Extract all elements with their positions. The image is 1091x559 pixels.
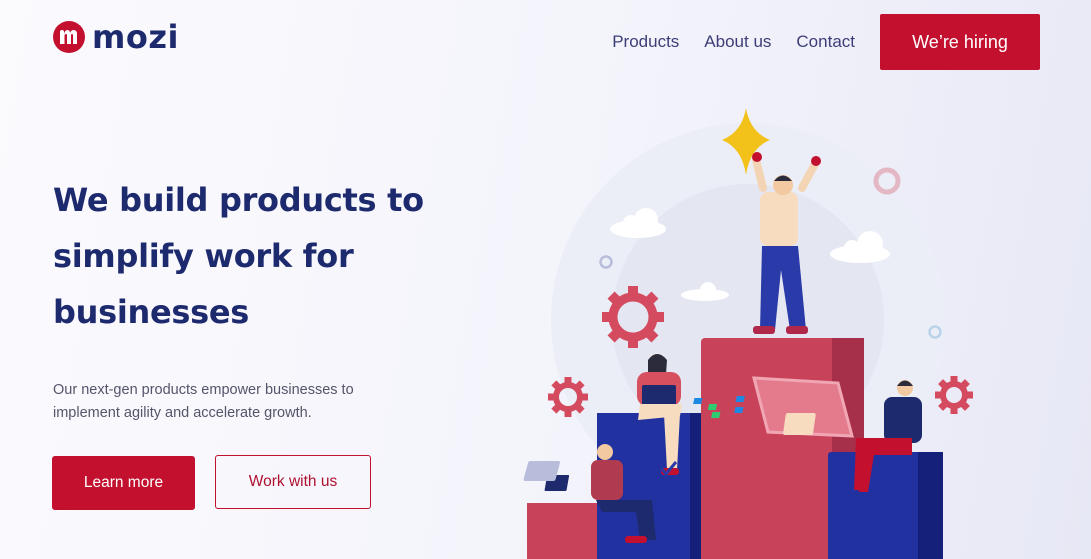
- hero-illustration: [523, 108, 973, 559]
- brand-logo[interactable]: mozi: [52, 20, 179, 54]
- brand-name: mozi: [92, 18, 179, 56]
- work-with-us-button[interactable]: Work with us: [215, 455, 371, 509]
- pillar-navy-right: [828, 452, 943, 559]
- nav-link-products[interactable]: Products: [612, 32, 679, 52]
- hero-title: We build products to simplify work for b…: [53, 181, 424, 331]
- gear-icon: [935, 376, 973, 414]
- top-nav: Products About us Contact We’re hiring: [612, 14, 1040, 70]
- pillar-left: [527, 503, 607, 559]
- nav-link-contact[interactable]: Contact: [796, 32, 855, 52]
- learn-more-button[interactable]: Learn more: [52, 456, 195, 510]
- nav-link-about-us[interactable]: About us: [704, 32, 771, 52]
- mozi-logo-icon: [53, 21, 85, 53]
- hiring-button[interactable]: We’re hiring: [880, 14, 1040, 70]
- hero-subtitle: Our next-gen products empower businesses…: [53, 382, 354, 421]
